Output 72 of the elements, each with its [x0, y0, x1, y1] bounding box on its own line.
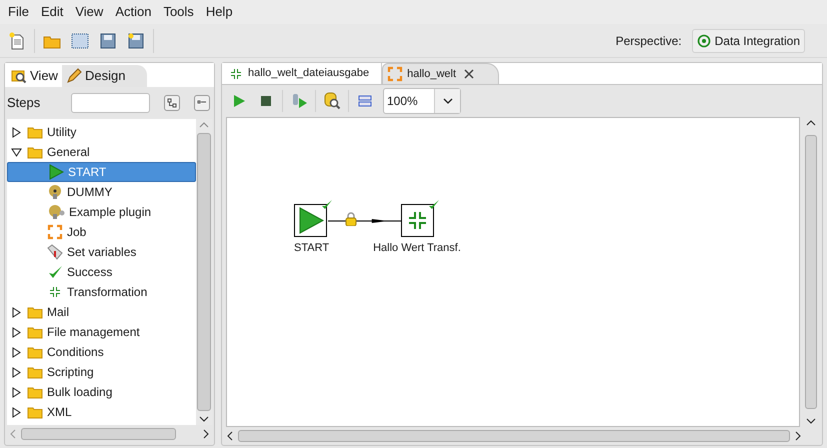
menu-item[interactable]: View: [69, 2, 110, 22]
tree-item[interactable]: Utility: [7, 122, 196, 142]
tree-item[interactable]: Transformation: [7, 282, 196, 302]
collapse-all-icon[interactable]: [194, 95, 210, 111]
panel-tab[interactable]: Design: [62, 65, 148, 87]
folder-icon: [27, 386, 43, 398]
expander-icon[interactable]: [11, 146, 23, 158]
folder-icon: [27, 366, 43, 378]
document-tab[interactable]: hallo_welt: [382, 63, 500, 84]
tree-item[interactable]: Bulk loading: [7, 382, 196, 402]
tree-item[interactable]: Set variables: [7, 242, 196, 262]
arrows-icon: [387, 66, 404, 82]
tag-icon: [47, 244, 63, 260]
folder-icon: [27, 126, 43, 138]
check-icon: [321, 199, 333, 211]
step-label: Hallo Wert Transf.: [373, 241, 461, 256]
converge-icon: [47, 284, 63, 300]
steps-label: Steps: [7, 94, 42, 112]
scroll-right-icon[interactable]: [202, 429, 210, 439]
check-icon: [428, 199, 440, 211]
step-label: START: [294, 241, 330, 256]
arrows-icon: [47, 224, 63, 240]
scroll-right-icon[interactable]: [794, 431, 802, 441]
scroll-down-icon[interactable]: [806, 417, 816, 425]
tree-item[interactable]: Conditions: [7, 342, 196, 362]
expander-icon[interactable]: [11, 366, 23, 378]
tree-item[interactable]: Example plugin: [7, 202, 196, 222]
folder-icon: [27, 146, 43, 158]
zoom-dropdown[interactable]: 100%: [383, 88, 461, 114]
tree-item[interactable]: Mail: [7, 302, 196, 322]
expander-icon[interactable]: [11, 326, 23, 338]
step-node[interactable]: [401, 204, 434, 237]
tree-item[interactable]: Job: [7, 222, 196, 242]
pencil-icon: [66, 68, 82, 84]
close-icon[interactable]: [464, 69, 474, 79]
menu-item[interactable]: Edit: [34, 2, 70, 22]
tree-item[interactable]: File management: [7, 322, 196, 342]
search-field[interactable]: [71, 93, 150, 113]
play-icon: [48, 164, 64, 180]
expander-icon[interactable]: [11, 306, 23, 318]
folder-icon: [27, 326, 43, 338]
scrollbar-thumb[interactable]: [238, 430, 790, 442]
folder-icon: [27, 406, 43, 418]
menu-item[interactable]: Action: [109, 2, 158, 22]
menu-item[interactable]: File: [2, 2, 35, 22]
scrollbar-thumb[interactable]: [21, 428, 176, 440]
expander-icon[interactable]: [11, 386, 23, 398]
expander-icon[interactable]: [11, 346, 23, 358]
perspective-button[interactable]: Data Integration: [692, 28, 805, 52]
expander-icon[interactable]: [11, 126, 23, 138]
scrollbar-thumb[interactable]: [197, 133, 211, 411]
tree-item[interactable]: Success: [7, 262, 196, 282]
check-icon: [47, 264, 63, 280]
perspective-label: Perspective:: [616, 32, 682, 50]
tree-item[interactable]: Scripting: [7, 362, 196, 382]
scroll-left-icon[interactable]: [226, 431, 234, 441]
target-icon: [696, 34, 711, 48]
step-node[interactable]: [294, 204, 327, 237]
menu-item[interactable]: Help: [200, 2, 239, 22]
menu-item[interactable]: Tools: [157, 2, 200, 22]
magnifier-icon: [11, 68, 27, 84]
scrollbar-thumb[interactable]: [805, 135, 817, 409]
folder-icon: [27, 346, 43, 358]
expand-all-icon[interactable]: [164, 95, 180, 111]
scroll-down-icon[interactable]: [199, 415, 209, 423]
chevron-icon[interactable]: [434, 89, 460, 113]
expander-icon[interactable]: [11, 406, 23, 418]
tree-item[interactable]: XML: [7, 402, 196, 422]
scroll-up-icon[interactable]: [806, 119, 816, 127]
tree-item[interactable]: DUMMY: [7, 182, 196, 202]
folder-icon: [27, 306, 43, 318]
tree-item[interactable]: General: [7, 142, 196, 162]
